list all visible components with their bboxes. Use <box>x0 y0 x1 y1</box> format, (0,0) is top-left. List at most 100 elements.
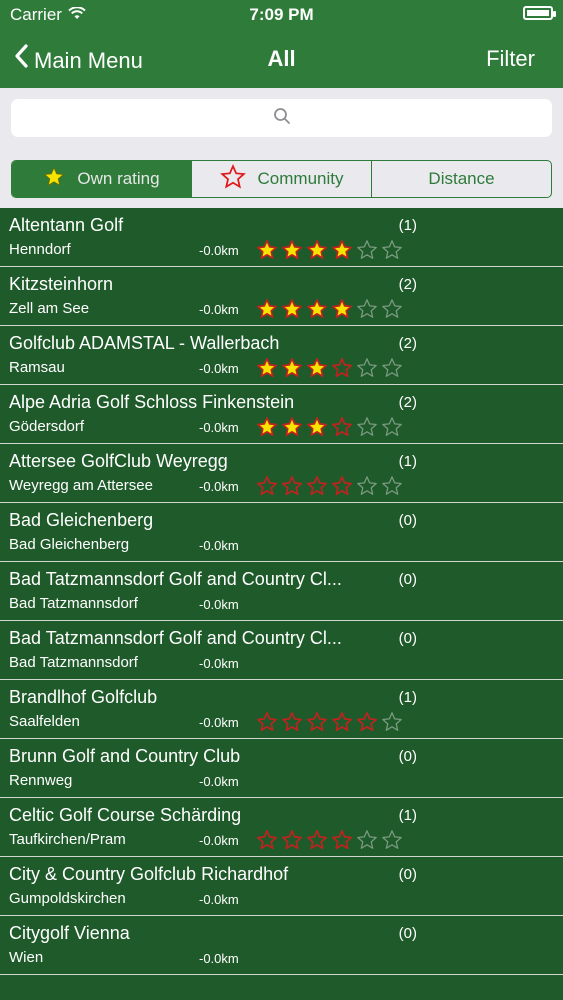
rating-count: (0) <box>398 748 417 765</box>
course-city: Zell am See <box>9 300 90 317</box>
list-item[interactable]: Bad Tatzmannsdorf Golf and Country Cl...… <box>0 562 563 621</box>
list-item[interactable]: Bad Tatzmannsdorf Golf and Country Cl...… <box>0 621 563 680</box>
star-empty-icon <box>380 711 404 737</box>
segment-own-rating[interactable]: Own rating <box>12 161 192 197</box>
star-filled-icon <box>305 239 329 265</box>
star-empty-icon <box>380 239 404 265</box>
star-filled-icon <box>255 357 279 383</box>
course-city: Gödersdorf <box>9 418 85 435</box>
list-item[interactable]: Brandlhof Golfclub (1) Saalfelden -0.0km <box>0 680 563 739</box>
list-item[interactable]: Golfclub ADAMSTAL - Wallerbach (2) Ramsau -… <box>0 326 563 385</box>
course-distance: -0.0km <box>199 774 239 789</box>
star-empty-icon <box>380 416 404 442</box>
course-name: Kitzsteinhorn <box>9 274 114 294</box>
star-outline-icon <box>219 164 246 194</box>
course-name: City & Country Golfclub Richardhof <box>9 864 289 884</box>
course-distance: -0.0km <box>199 715 239 730</box>
star-filled-icon <box>330 298 354 324</box>
star-empty-icon <box>355 416 379 442</box>
list-item[interactable]: Brunn Golf and Country Club (0) Rennweg -0.… <box>0 739 563 798</box>
course-name: Celtic Golf Course Schärding <box>9 805 242 825</box>
star-rating <box>255 711 404 737</box>
course-distance: -0.0km <box>199 302 239 317</box>
course-city: Taufkirchen/Pram <box>9 831 126 848</box>
course-city: Bad Tatzmannsdorf <box>9 595 138 612</box>
course-name: Altentann Golf <box>9 215 124 235</box>
star-empty-icon <box>355 475 379 501</box>
star-empty-icon <box>380 829 404 855</box>
filter-button[interactable]: Filter <box>486 46 535 72</box>
star-empty-icon <box>355 357 379 383</box>
rating-count: (2) <box>398 394 417 411</box>
list-item[interactable]: Celtic Golf Course Schärding (1) Taufkirch… <box>0 798 563 857</box>
golf-course-list: Altentann Golf (1) Henndorf -0.0km Kitzstein… <box>0 208 563 975</box>
sort-segment-bar: Own rating Community Distance <box>0 152 563 208</box>
course-name: Bad Tatzmannsdorf Golf and Country Cl... <box>9 628 342 648</box>
star-filled-icon <box>280 357 304 383</box>
page-title: All <box>267 46 296 71</box>
star-empty-icon <box>355 239 379 265</box>
star-outline-icon <box>255 475 279 501</box>
star-outline-icon <box>305 711 329 737</box>
sort-segmented-control: Own rating Community Distance <box>11 160 552 198</box>
rating-count: (0) <box>398 630 417 647</box>
segment-distance[interactable]: Distance <box>372 161 551 197</box>
battery-icon <box>523 6 556 20</box>
course-city: Gumpoldskirchen <box>9 890 126 907</box>
status-bar: Carrier 7:09 PM <box>0 0 563 30</box>
course-city: Bad Tatzmannsdorf <box>9 654 138 671</box>
segment-label: Distance <box>428 169 495 188</box>
list-item[interactable]: Alpe Adria Golf Schloss Finkenstein (2) Gö… <box>0 385 563 444</box>
star-outline-icon <box>255 711 279 737</box>
course-city: Ramsau <box>9 359 65 376</box>
course-distance: -0.0km <box>199 597 239 612</box>
rating-count: (1) <box>398 453 417 470</box>
rating-count: (0) <box>398 925 417 942</box>
star-filled-icon <box>305 298 329 324</box>
rating-count: (2) <box>398 276 417 293</box>
list-item[interactable]: City & Country Golfclub Richardhof (0) Gum… <box>0 857 563 916</box>
list-item[interactable]: Altentann Golf (1) Henndorf -0.0km <box>0 208 563 267</box>
segment-label: Own rating <box>77 169 160 188</box>
list-item[interactable]: Kitzsteinhorn (2) Zell am See -0.0km <box>0 267 563 326</box>
star-filled-icon <box>255 239 279 265</box>
star-outline-icon <box>255 829 279 855</box>
list-item[interactable]: Citygolf Vienna (0) Wien -0.0km <box>0 916 563 975</box>
course-city: Wien <box>9 949 44 966</box>
star-outline-icon <box>330 711 354 737</box>
star-empty-icon <box>380 298 404 324</box>
star-filled-icon <box>330 239 354 265</box>
rating-count: (2) <box>398 335 417 352</box>
course-distance: -0.0km <box>199 951 239 966</box>
segment-community[interactable]: Community <box>192 161 372 197</box>
course-city: Rennweg <box>9 772 73 789</box>
star-outline-icon <box>280 475 304 501</box>
battery-fill <box>527 10 549 16</box>
course-distance: -0.0km <box>199 892 239 907</box>
list-item[interactable]: Attersee GolfClub Weyregg (1) Weyregg am A… <box>0 444 563 503</box>
course-city: Bad Gleichenberg <box>9 536 130 553</box>
course-name: Citygolf Vienna <box>9 923 130 943</box>
course-distance: -0.0km <box>199 361 239 376</box>
search-input[interactable] <box>21 99 542 137</box>
star-filled-icon <box>305 357 329 383</box>
course-distance: -0.0km <box>199 656 239 671</box>
star-outline-icon <box>305 829 329 855</box>
search-field-container[interactable] <box>11 99 552 137</box>
navigation-bar: Main Menu All Filter <box>0 30 563 88</box>
star-rating <box>255 475 404 501</box>
star-empty-icon <box>355 829 379 855</box>
course-distance: -0.0km <box>199 243 239 258</box>
star-rating <box>255 239 404 265</box>
rating-count: (1) <box>398 217 417 234</box>
rating-count: (0) <box>398 571 417 588</box>
star-empty-icon <box>380 475 404 501</box>
list-item[interactable]: Bad Gleichenberg (0) Bad Gleichenberg -0.0k… <box>0 503 563 562</box>
course-city: Henndorf <box>9 241 71 258</box>
rating-count: (0) <box>398 512 417 529</box>
course-name: Attersee GolfClub Weyregg <box>9 451 228 471</box>
star-outline-icon <box>355 711 379 737</box>
rating-count: (0) <box>398 866 417 883</box>
rating-count: (1) <box>398 807 417 824</box>
star-empty-icon <box>355 298 379 324</box>
